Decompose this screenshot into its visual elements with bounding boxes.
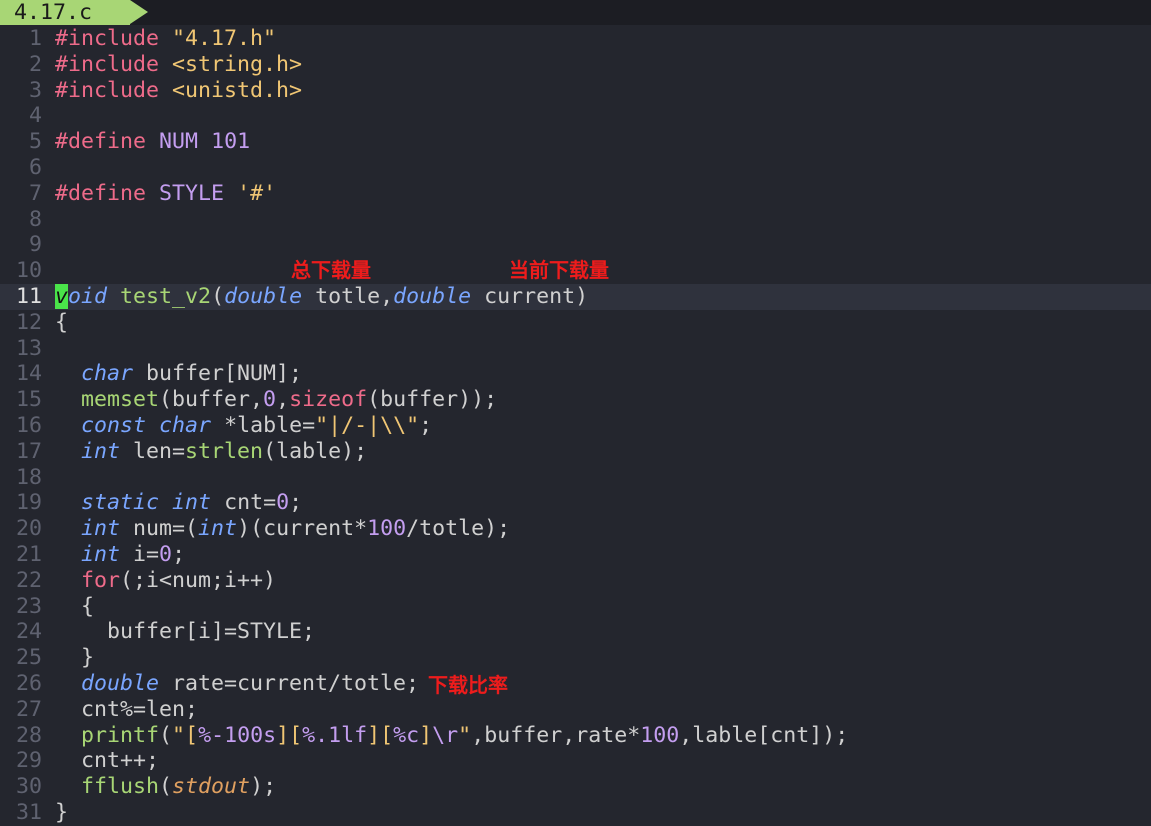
code-text[interactable]: void test_v2(double totle,double current… [55, 283, 588, 310]
line-number: 18 [15, 464, 42, 490]
code-text[interactable]: int i=0; [55, 542, 185, 568]
code-line: 28 printf("[%-100s][%.1lf][%c]\r",buffer… [0, 723, 1151, 749]
code-line: 3 #include <unistd.h> [0, 78, 1151, 104]
tab-bar: 4.17.c [0, 0, 1151, 25]
code-line: 20 int num=(int)(current*100/totle); [0, 516, 1151, 542]
code-text[interactable]: double rate=current/totle; [55, 671, 419, 697]
line-number: 6 [28, 154, 42, 180]
line-number: 12 [15, 309, 42, 335]
code-line: 31} [0, 800, 1151, 826]
line-number: 22 [15, 567, 42, 593]
code-text[interactable]: buffer[i]=STYLE; [55, 619, 315, 645]
line-number: 10 [15, 258, 42, 284]
code-line: 14 char buffer[NUM]; [0, 361, 1151, 387]
line-number: 26 [15, 670, 42, 696]
code-line: 15 memset(buffer,0,sizeof(buffer)); [0, 387, 1151, 413]
code-line: 16 const char *lable="|/-|\\"; [0, 413, 1151, 439]
annotation-total: 总下载量 [291, 258, 371, 282]
line-number: 1 [28, 26, 42, 51]
code-text[interactable]: int len=strlen(lable); [55, 439, 367, 465]
line-number: 30 [15, 774, 42, 800]
code-line: 12 { [0, 310, 1151, 336]
text-cursor: v [55, 283, 69, 309]
code-text[interactable]: } [55, 645, 94, 671]
line-number: 24 [15, 619, 42, 645]
code-text[interactable]: } [55, 800, 68, 826]
line-number: 4 [28, 103, 42, 129]
line-number: 21 [15, 541, 42, 567]
line-number: 28 [15, 722, 42, 748]
line-number: 23 [15, 593, 42, 619]
line-number: 11 [15, 283, 42, 309]
annotation-current: 当前下载量 [509, 258, 609, 282]
code-line: 8 [0, 207, 1151, 233]
code-line: 23 { [0, 594, 1151, 620]
code-line: 7 #define STYLE '#' [0, 181, 1151, 207]
code-line-current: 11 void test_v2(double totle,double curre… [0, 283, 1151, 310]
file-tab[interactable]: 4.17.c [0, 0, 130, 25]
code-line: 13 [0, 336, 1151, 362]
code-line: 18 [0, 465, 1151, 491]
code-line: 25 } [0, 645, 1151, 671]
code-line: 26 double rate=current/totle; [0, 671, 1151, 697]
code-line: 22 for(;i<num;i++) [0, 568, 1151, 594]
code-text[interactable]: fflush(stdout); [55, 774, 276, 800]
line-number: 14 [15, 361, 42, 387]
line-number: 31 [15, 799, 42, 825]
line-number: 7 [28, 180, 42, 206]
line-number: 25 [15, 645, 42, 671]
code-line: 21 int i=0; [0, 542, 1151, 568]
code-line: 24 buffer[i]=STYLE; [0, 619, 1151, 645]
code-editor[interactable]: 1 #include "4.17.h" 2 #include <string.h> … [0, 26, 1151, 826]
line-number: 19 [15, 490, 42, 516]
code-text[interactable]: #include "4.17.h" [55, 26, 276, 52]
code-line: 30 fflush(stdout); [0, 774, 1151, 800]
code-line: 5 #define NUM 101 [0, 129, 1151, 155]
tab-arrow-icon [130, 0, 148, 24]
line-number: 13 [15, 335, 42, 361]
code-line: 27 cnt%=len; [0, 697, 1151, 723]
code-line: 19 static int cnt=0; [0, 490, 1151, 516]
code-text[interactable]: char buffer[NUM]; [55, 361, 302, 387]
annotation-rate: 下载比率 [428, 673, 508, 697]
code-text[interactable]: for(;i<num;i++) [55, 568, 276, 594]
code-line: 9 [0, 232, 1151, 258]
code-text[interactable]: { [55, 310, 68, 336]
line-number: 20 [15, 516, 42, 542]
code-line: 1 #include "4.17.h" [0, 26, 1151, 52]
code-line: 6 [0, 155, 1151, 181]
code-text[interactable]: { [55, 594, 94, 620]
code-line: 17 int len=strlen(lable); [0, 439, 1151, 465]
code-text[interactable]: printf("[%-100s][%.1lf][%c]\r",buffer,ra… [55, 723, 848, 749]
code-line: 2 #include <string.h> [0, 52, 1151, 78]
code-text[interactable]: #include <unistd.h> [55, 78, 302, 104]
code-text[interactable]: #define NUM 101 [55, 129, 250, 155]
line-number: 17 [15, 438, 42, 464]
line-number: 5 [28, 129, 42, 155]
line-number: 29 [15, 748, 42, 774]
code-text[interactable]: const char *lable="|/-|\\"; [55, 413, 432, 439]
code-text[interactable]: cnt%=len; [55, 697, 198, 723]
line-number: 16 [15, 412, 42, 438]
line-number: 27 [15, 696, 42, 722]
code-text[interactable]: cnt++; [55, 748, 159, 774]
code-text[interactable]: int num=(int)(current*100/totle); [55, 516, 510, 542]
line-number: 2 [28, 51, 42, 77]
code-text[interactable]: static int cnt=0; [55, 490, 302, 516]
code-text[interactable]: #include <string.h> [55, 52, 302, 78]
code-text[interactable]: memset(buffer,0,sizeof(buffer)); [55, 387, 497, 413]
code-line: 4 [0, 103, 1151, 129]
line-number: 9 [28, 232, 42, 258]
line-number: 15 [15, 387, 42, 413]
code-text[interactable]: #define STYLE '#' [55, 181, 276, 207]
code-line: 29 cnt++; [0, 748, 1151, 774]
line-number: 3 [28, 77, 42, 103]
line-number: 8 [28, 206, 42, 232]
